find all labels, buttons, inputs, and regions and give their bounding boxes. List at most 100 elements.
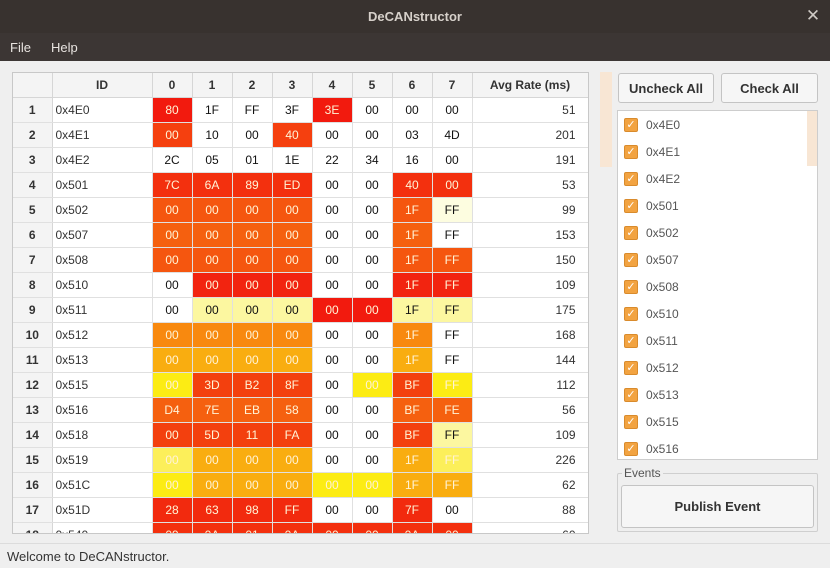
- byte-cell-2: EB: [232, 397, 273, 423]
- byte-cell-5: 00: [352, 97, 393, 123]
- table-row[interactable]: 14 0x518 00 5D 11 FA 00 00 BF FF 109: [13, 422, 588, 448]
- checkbox-checked-icon[interactable]: ✓: [624, 387, 638, 402]
- filter-list-item[interactable]: ✓ 0x507: [618, 246, 817, 273]
- list-scrollbar[interactable]: [807, 111, 817, 166]
- byte-cell-1: 00: [192, 272, 233, 298]
- menu-help[interactable]: Help: [41, 40, 88, 55]
- publish-event-button[interactable]: Publish Event: [621, 485, 814, 528]
- filter-item-label: 0x512: [646, 360, 679, 375]
- table-row[interactable]: 13 0x516 D4 7E EB 58 00 00 BF FE 56: [13, 397, 588, 423]
- checkbox-checked-icon[interactable]: ✓: [624, 252, 638, 267]
- table-row[interactable]: 4 0x501 7C 6A 89 ED 00 00 40 00 53: [13, 172, 588, 198]
- checkbox-checked-icon[interactable]: ✓: [624, 198, 638, 213]
- byte-cell-5: 00: [352, 297, 393, 323]
- id-filter-list[interactable]: ✓ 0x4E0 ✓ 0x4E1 ✓ 0x4E2 ✓ 0x501 ✓ 0x502 ✓ 0x507 ✓ 0x5…: [617, 110, 818, 460]
- byte-cell-3: 40: [272, 122, 313, 148]
- header-avg-rate[interactable]: Avg Rate (ms): [472, 73, 588, 98]
- table-row[interactable]: 5 0x502 00 00 00 00 00 00 1F FF 99: [13, 197, 588, 223]
- checkbox-checked-icon[interactable]: ✓: [624, 333, 638, 348]
- header-id[interactable]: ID: [52, 73, 153, 98]
- filter-item-label: 0x502: [646, 225, 679, 240]
- byte-cell-7: FF: [432, 297, 473, 323]
- byte-cell-5: 00: [352, 522, 393, 533]
- byte-cell-0: 00: [152, 372, 193, 398]
- byte-cell-0: 00: [152, 247, 193, 273]
- byte-cell-4: 00: [312, 247, 353, 273]
- menu-file[interactable]: File: [0, 40, 41, 55]
- row-number: 4: [13, 172, 53, 198]
- can-message-table[interactable]: ID 0 1 2 3 4 5 6 7 Avg Rate (ms) 1 0x4E0 8…: [12, 72, 589, 534]
- filter-list-item[interactable]: ✓ 0x510: [618, 300, 817, 327]
- header-byte-1[interactable]: 1: [192, 73, 233, 98]
- byte-cell-7: FF: [432, 222, 473, 248]
- header-byte-7[interactable]: 7: [432, 73, 473, 98]
- table-row[interactable]: 2 0x4E1 00 10 00 40 00 00 03 4D 201: [13, 122, 588, 148]
- table-row[interactable]: 16 0x51C 00 00 00 00 00 00 1F FF 62: [13, 472, 588, 498]
- header-byte-3[interactable]: 3: [272, 73, 313, 98]
- byte-cell-2: 01: [232, 522, 273, 533]
- checkbox-checked-icon[interactable]: ✓: [624, 414, 638, 429]
- events-legend: Events: [622, 466, 663, 480]
- byte-cell-5: 00: [352, 397, 393, 423]
- filter-list-item[interactable]: ✓ 0x512: [618, 354, 817, 381]
- check-all-button[interactable]: Check All: [721, 73, 818, 103]
- filter-list-item[interactable]: ✓ 0x513: [618, 381, 817, 408]
- filter-list-item[interactable]: ✓ 0x511: [618, 327, 817, 354]
- message-id-cell: 0x518: [52, 422, 153, 448]
- table-row[interactable]: 7 0x508 00 00 00 00 00 00 1F FF 150: [13, 247, 588, 273]
- header-byte-5[interactable]: 5: [352, 73, 393, 98]
- checkbox-checked-icon[interactable]: ✓: [624, 171, 638, 186]
- close-icon[interactable]: ✕: [804, 7, 822, 25]
- byte-cell-3: 00: [272, 222, 313, 248]
- byte-cell-0: 28: [152, 497, 193, 523]
- header-byte-2[interactable]: 2: [232, 73, 273, 98]
- header-byte-6[interactable]: 6: [392, 73, 433, 98]
- table-row[interactable]: 1 0x4E0 80 1F FF 3F 3E 00 00 00 51: [13, 97, 588, 123]
- byte-cell-6: 7F: [392, 497, 433, 523]
- checkbox-checked-icon[interactable]: ✓: [624, 144, 638, 159]
- byte-cell-6: 1F: [392, 322, 433, 348]
- byte-cell-0: 00: [152, 197, 193, 223]
- filter-list-item[interactable]: ✓ 0x508: [618, 273, 817, 300]
- table-row[interactable]: 12 0x515 00 3D B2 8F 00 00 BF FF 112: [13, 372, 588, 398]
- table-row[interactable]: 3 0x4E2 2C 05 01 1E 22 34 16 00 191: [13, 147, 588, 173]
- table-row[interactable]: 10 0x512 00 00 00 00 00 00 1F FF 168: [13, 322, 588, 348]
- checkbox-checked-icon[interactable]: ✓: [624, 306, 638, 321]
- filter-list-item[interactable]: ✓ 0x4E1: [618, 138, 817, 165]
- byte-cell-3: 1E: [272, 147, 313, 173]
- byte-cell-6: 16: [392, 147, 433, 173]
- byte-cell-5: 00: [352, 122, 393, 148]
- filter-item-label: 0x501: [646, 198, 679, 213]
- message-id-cell: 0x4E0: [52, 97, 153, 123]
- checkbox-checked-icon[interactable]: ✓: [624, 117, 638, 132]
- checkbox-checked-icon[interactable]: ✓: [624, 279, 638, 294]
- uncheck-all-button[interactable]: Uncheck All: [618, 73, 714, 103]
- byte-cell-6: 03: [392, 122, 433, 148]
- checkbox-checked-icon[interactable]: ✓: [624, 441, 638, 456]
- filter-list-item[interactable]: ✓ 0x516: [618, 435, 817, 459]
- byte-cell-1: 63: [192, 497, 233, 523]
- status-message: Welcome to DeCANstructor.: [7, 548, 170, 564]
- table-row[interactable]: 9 0x511 00 00 00 00 00 00 1F FF 175: [13, 297, 588, 323]
- checkbox-checked-icon[interactable]: ✓: [624, 225, 638, 240]
- filter-list-item[interactable]: ✓ 0x502: [618, 219, 817, 246]
- header-byte-4[interactable]: 4: [312, 73, 353, 98]
- filter-list-item[interactable]: ✓ 0x515: [618, 408, 817, 435]
- filter-list-item[interactable]: ✓ 0x4E2: [618, 165, 817, 192]
- table-row[interactable]: 6 0x507 00 00 00 00 00 00 1F FF 153: [13, 222, 588, 248]
- table-row[interactable]: 180x540090A010A00000A0060: [13, 522, 588, 533]
- row-number: 8: [13, 272, 53, 298]
- table-row[interactable]: 17 0x51D 28 63 98 FF 00 00 7F 00 88: [13, 497, 588, 523]
- checkbox-checked-icon[interactable]: ✓: [624, 360, 638, 375]
- table-row[interactable]: 8 0x510 00 00 00 00 00 00 1F FF 109: [13, 272, 588, 298]
- row-number: 1: [13, 97, 53, 123]
- avg-rate-cell: 201: [472, 122, 588, 148]
- filter-list-item[interactable]: ✓ 0x4E0: [618, 111, 817, 138]
- byte-cell-2: 89: [232, 172, 273, 198]
- table-row[interactable]: 11 0x513 00 00 00 00 00 00 1F FF 144: [13, 347, 588, 373]
- header-byte-0[interactable]: 0: [152, 73, 193, 98]
- table-row[interactable]: 15 0x519 00 00 00 00 00 00 1F FF 226: [13, 447, 588, 473]
- byte-cell-6: BF: [392, 397, 433, 423]
- filter-list-item[interactable]: ✓ 0x501: [618, 192, 817, 219]
- byte-cell-0: 09: [152, 522, 193, 533]
